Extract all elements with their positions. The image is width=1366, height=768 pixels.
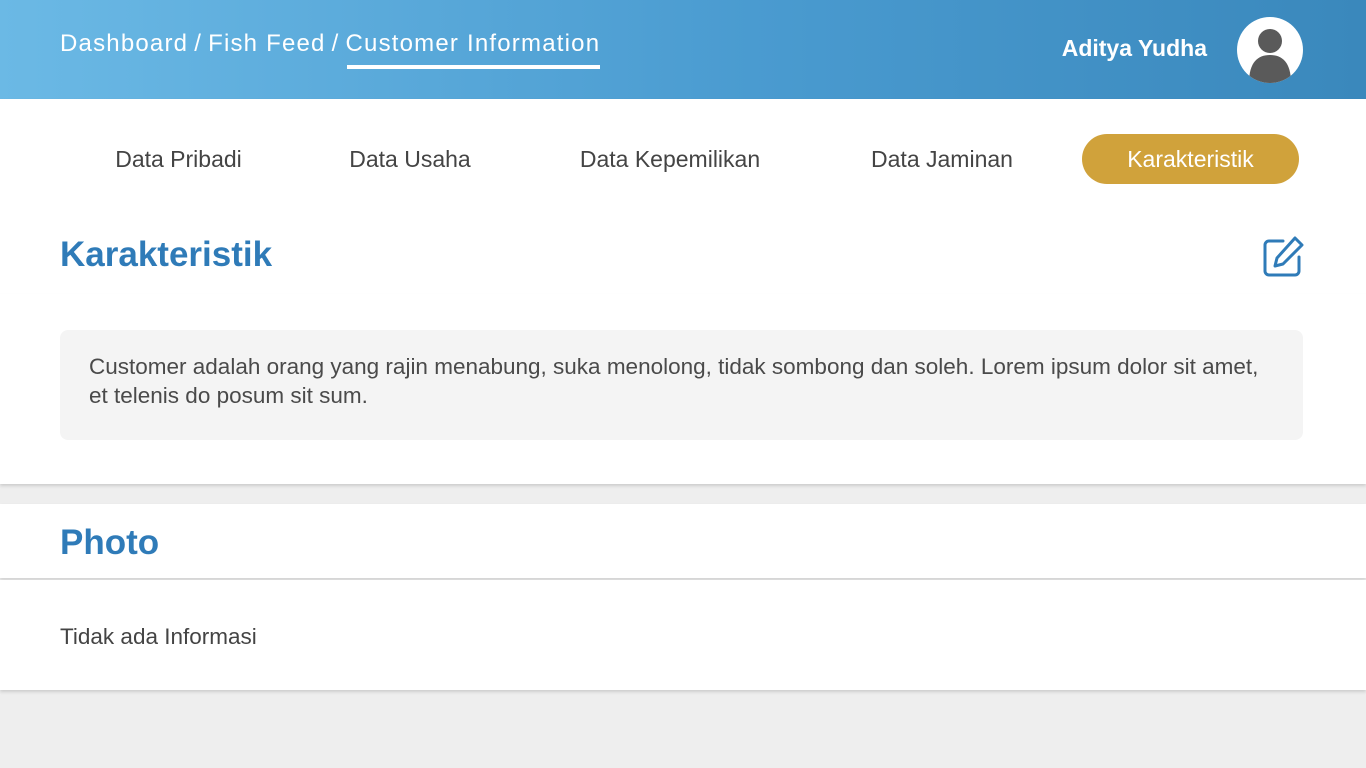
section-title-photo: Photo [60, 523, 160, 562]
edit-icon[interactable] [1261, 235, 1305, 279]
tabs-and-title-panel: Data Pribadi Data Usaha Data Kepemilikan… [0, 99, 1366, 294]
breadcrumb-separator: / [331, 30, 340, 57]
section-title-karakteristik: Karakteristik [60, 235, 273, 274]
tab-data-pribadi[interactable]: Data Pribadi [96, 134, 261, 184]
karakteristik-description: Customer adalah orang yang rajin menabun… [60, 330, 1303, 440]
tab-data-jaminan[interactable]: Data Jaminan [850, 134, 1034, 184]
breadcrumb-fish-feed[interactable]: Fish Feed [208, 30, 326, 57]
tab-karakteristik[interactable]: Karakteristik [1082, 134, 1299, 184]
photo-header-card: Photo [0, 504, 1366, 578]
tab-data-usaha[interactable]: Data Usaha [330, 134, 490, 184]
user-avatar-icon[interactable] [1237, 17, 1303, 83]
breadcrumb-customer-information: Customer Information [345, 30, 601, 69]
photo-empty-text: Tidak ada Informasi [60, 624, 257, 649]
breadcrumb: Dashboard / Fish Feed / Customer Information [60, 30, 601, 69]
breadcrumb-separator: / [194, 30, 203, 57]
top-header: Dashboard / Fish Feed / Customer Information… [0, 0, 1366, 99]
tab-data-kepemilikan[interactable]: Data Kepemilikan [560, 134, 780, 184]
user-name[interactable]: Aditya Yudha [1062, 35, 1207, 62]
photo-content-card: Tidak ada Informasi [0, 580, 1366, 690]
breadcrumb-dashboard[interactable]: Dashboard [60, 30, 188, 57]
karakteristik-card: Customer adalah orang yang rajin menabun… [0, 294, 1366, 484]
